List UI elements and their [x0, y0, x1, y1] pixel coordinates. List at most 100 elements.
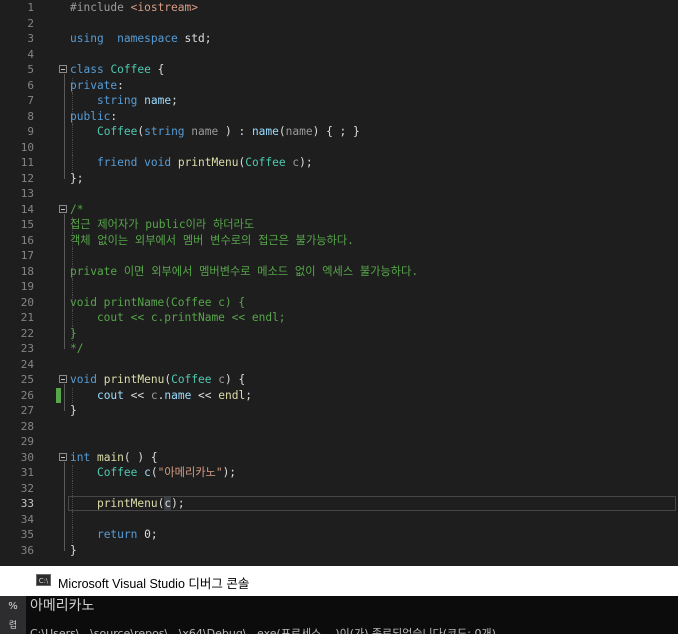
code-line[interactable]: 29: [0, 434, 678, 450]
code-line[interactable]: 30 int main( ) {: [0, 450, 678, 466]
console-title-bar[interactable]: C:\ Microsoft Visual Studio 디버그 콘솔: [0, 566, 678, 596]
code-token: c: [218, 373, 225, 386]
code-token: ) {: [225, 373, 246, 386]
line-number: 14: [20, 202, 34, 216]
code-line[interactable]: 23 */: [0, 341, 678, 357]
code-text: }: [70, 403, 77, 419]
debug-console-window[interactable]: C:\ Microsoft Visual Studio 디버그 콘솔 % 렵 아…: [0, 566, 678, 634]
code-token: printMenu: [177, 156, 239, 169]
code-line[interactable]: 16 객체 없이는 외부에서 멤버 변수로의 접근은 불가능하다.: [0, 232, 678, 249]
code-token: public: [70, 109, 111, 123]
code-line[interactable]: 1 #include <iostream>: [0, 0, 678, 16]
line-number: 35: [20, 528, 34, 541]
indent-guide: [72, 248, 73, 264]
code-token: ( ) {: [123, 450, 158, 464]
code-token: */: [70, 342, 84, 355]
code-line[interactable]: 24: [0, 357, 678, 373]
code-token: 접근 제어자가 public이라 하더라도: [70, 218, 255, 231]
line-number: 12: [20, 171, 34, 185]
code-token: };: [70, 171, 84, 185]
code-line[interactable]: 26 cout << c.name << endl;: [0, 387, 678, 404]
code-line[interactable]: 18 private 이면 외부에서 멤버변수로 메소드 없이 엑세스 불가능하다…: [0, 263, 678, 279]
code-line[interactable]: 36}: [0, 543, 678, 559]
code-line[interactable]: 17: [0, 248, 678, 264]
code-token: "아메리카노": [157, 466, 223, 479]
line-number: 24: [20, 357, 34, 371]
code-line[interactable]: 13: [0, 186, 678, 202]
collapse-toggle-icon[interactable]: [59, 452, 67, 461]
line-number: 27: [20, 404, 34, 417]
code-line[interactable]: 22}: [0, 325, 678, 341]
code-line[interactable]: 6 private:: [0, 77, 678, 93]
collapse-toggle-icon[interactable]: [59, 375, 67, 383]
code-token: void: [70, 373, 97, 386]
code-line[interactable]: 19: [0, 279, 678, 295]
code-token: name: [191, 125, 219, 138]
indent-guide: [72, 139, 73, 155]
code-token: }: [70, 404, 77, 417]
code-line[interactable]: 11 friend void printMenu(Coffee c);: [0, 155, 678, 171]
line-number: 3: [27, 32, 34, 45]
code-line[interactable]: 27}: [0, 403, 678, 419]
modified-line-marker: [56, 387, 61, 403]
code-line[interactable]: 9 Coffee(string name ) : name(name) { ; …: [0, 124, 678, 140]
side-panel-label: 렵: [0, 618, 26, 634]
code-token: <iostream>: [130, 1, 198, 14]
collapse-toggle-icon[interactable]: [59, 204, 67, 213]
code-text: void printMenu(Coffee c) {: [70, 372, 245, 388]
code-line[interactable]: 32: [0, 480, 678, 496]
code-token: Coffee: [96, 466, 138, 479]
code-token: Coffee: [110, 63, 151, 76]
code-token: }: [70, 543, 77, 557]
code-text: }: [70, 543, 77, 559]
indent-guide: [72, 480, 73, 496]
code-token: class: [70, 63, 104, 76]
code-line[interactable]: 7 string name;: [0, 93, 678, 109]
code-line[interactable]: 21 cout << c.printName << endl;: [0, 310, 678, 326]
code-token: }: [70, 326, 77, 340]
line-number: 23: [20, 342, 34, 355]
code-text: 객체 없이는 외부에서 멤버 변수로의 접근은 불가능하다.: [70, 233, 354, 249]
code-text: /*: [70, 202, 83, 218]
code-line[interactable]: 14 /*: [0, 202, 678, 218]
code-token: (: [278, 125, 286, 138]
code-line[interactable]: 31 Coffee c("아메리카노");: [0, 465, 678, 481]
code-line[interactable]: 10: [0, 139, 678, 155]
code-token: 0;: [137, 528, 158, 541]
code-text: void printName(Coffee c) {: [70, 295, 245, 311]
code-line[interactable]: 28: [0, 419, 678, 435]
code-text: Coffee c("아메리카노");: [70, 465, 236, 481]
code-line[interactable]: 34: [0, 511, 678, 527]
code-token: return: [96, 528, 138, 541]
code-token: name: [164, 388, 192, 402]
line-number: 34: [20, 512, 34, 526]
code-token: cout << c.printName << endl;: [70, 311, 286, 324]
code-line[interactable]: 15 접근 제어자가 public이라 하더라도: [0, 217, 678, 233]
code-text: 접근 제어자가 public이라 하더라도: [70, 217, 254, 233]
code-line[interactable]: 12};: [0, 171, 678, 187]
code-line[interactable]: 4: [0, 47, 678, 63]
code-line[interactable]: 2: [0, 16, 678, 32]
code-line[interactable]: 3 using namespace std;: [0, 31, 678, 47]
line-number: 22: [20, 326, 34, 340]
code-line[interactable]: 25 void printMenu(Coffee c) {: [0, 372, 678, 388]
current-line-highlight: [68, 496, 676, 511]
code-line[interactable]: 35 return 0;: [0, 527, 678, 543]
code-line[interactable]: 8 public:: [0, 108, 678, 124]
block-outline-bar: [64, 213, 65, 349]
line-number: 21: [20, 311, 34, 324]
code-token: name: [251, 125, 279, 138]
collapse-toggle-icon[interactable]: [59, 65, 67, 73]
code-text: cout << c.name << endl;: [70, 388, 252, 404]
line-number: 1: [27, 1, 34, 14]
code-token: ) { ; }: [312, 125, 360, 138]
code-line[interactable]: 5 class Coffee {: [0, 62, 678, 78]
line-number: 2: [27, 16, 34, 30]
line-number: 29: [20, 435, 34, 448]
zoom-level-indicator[interactable]: %: [0, 596, 26, 618]
code-editor[interactable]: 1 #include <iostream> 2 3 using namespace st…: [0, 0, 678, 566]
line-number: 15: [20, 218, 34, 231]
code-line[interactable]: 20 void printName(Coffee c) {: [0, 294, 678, 311]
code-token: c: [144, 466, 151, 479]
